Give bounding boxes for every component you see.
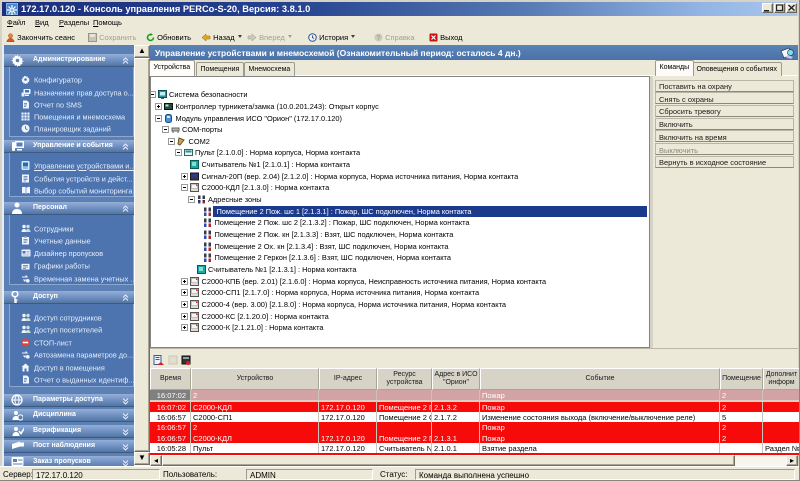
svg-text:?: ? [377, 35, 381, 42]
